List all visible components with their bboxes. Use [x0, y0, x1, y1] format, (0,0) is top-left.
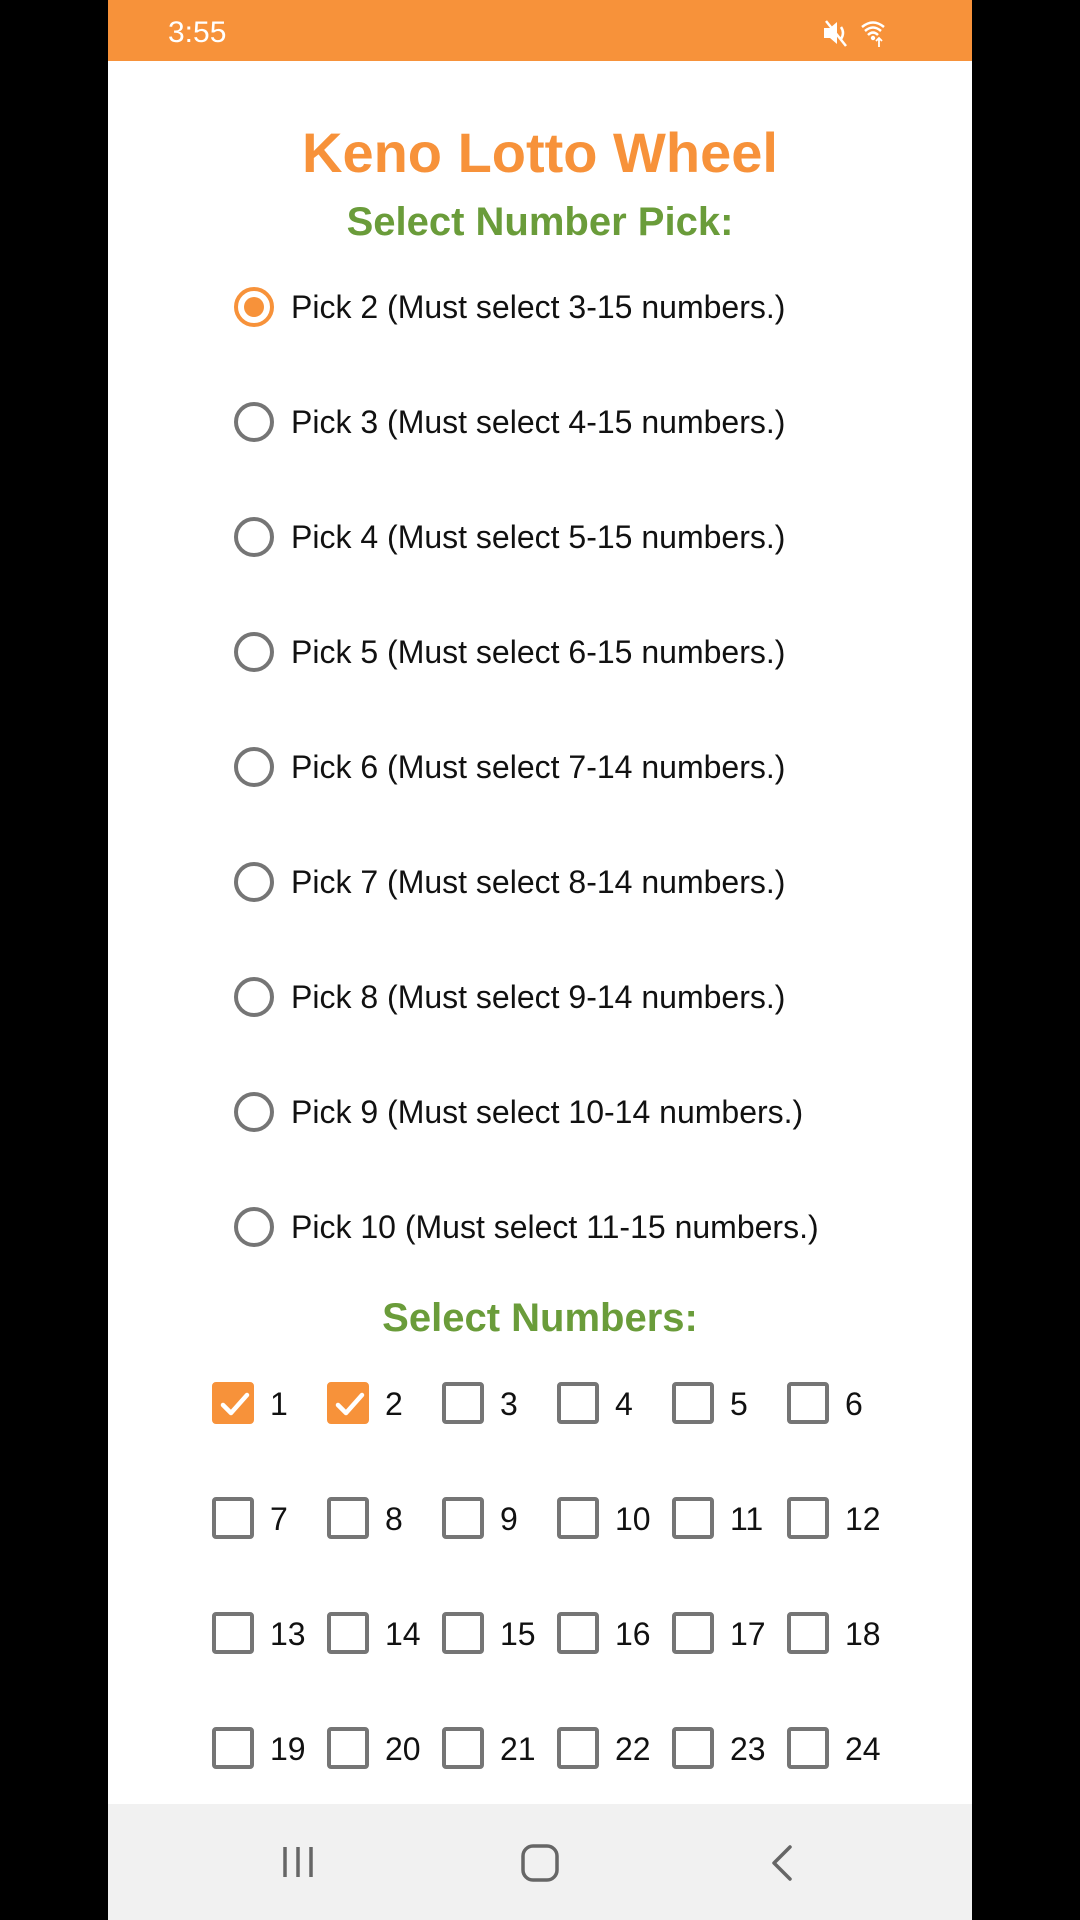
pick-option[interactable]: Pick 8 (Must select 9-14 numbers.)	[234, 962, 785, 1032]
number-label: 20	[385, 1731, 421, 1767]
pick-option-label: Pick 6 (Must select 7-14 numbers.)	[291, 749, 786, 785]
checkbox[interactable]	[212, 1727, 254, 1769]
number-label: 14	[385, 1616, 421, 1652]
checkbox[interactable]	[442, 1612, 484, 1654]
checkbox[interactable]	[212, 1612, 254, 1654]
radio-button[interactable]	[234, 402, 274, 442]
number-label: 22	[615, 1731, 651, 1767]
checkbox[interactable]	[787, 1727, 829, 1769]
checkbox[interactable]	[557, 1382, 599, 1424]
pick-option[interactable]: Pick 7 (Must select 8-14 numbers.)	[234, 847, 785, 917]
radio-button[interactable]	[234, 977, 274, 1017]
checkbox[interactable]	[672, 1612, 714, 1654]
pick-option-label: Pick 8 (Must select 9-14 numbers.)	[291, 979, 786, 1015]
wifi-icon	[861, 21, 885, 47]
number-label: 7	[270, 1501, 288, 1537]
checkbox[interactable]	[327, 1497, 369, 1539]
number-label: 3	[500, 1386, 518, 1422]
app-title: Keno Lotto Wheel	[302, 121, 778, 184]
number-label: 19	[270, 1731, 306, 1767]
navigation-bar	[108, 1804, 972, 1920]
checkbox[interactable]	[672, 1382, 714, 1424]
radio-button[interactable]	[234, 1092, 274, 1132]
pick-option[interactable]: Pick 5 (Must select 6-15 numbers.)	[234, 617, 785, 687]
checkbox[interactable]	[442, 1497, 484, 1539]
numbers-section-title: Select Numbers:	[382, 1296, 698, 1340]
back-icon[interactable]	[768, 1844, 796, 1882]
radio-button[interactable]	[234, 287, 274, 327]
pick-option-label: Pick 5 (Must select 6-15 numbers.)	[291, 634, 786, 670]
number-label: 16	[615, 1616, 651, 1652]
checkbox[interactable]	[327, 1382, 369, 1424]
checkbox[interactable]	[787, 1497, 829, 1539]
checkbox[interactable]	[557, 1497, 599, 1539]
number-label: 6	[845, 1386, 863, 1422]
checkbox[interactable]	[212, 1497, 254, 1539]
number-label: 17	[730, 1616, 766, 1652]
pick-option-label: Pick 4 (Must select 5-15 numbers.)	[291, 519, 786, 555]
checkbox[interactable]	[672, 1727, 714, 1769]
number-label: 12	[845, 1501, 881, 1537]
number-label: 13	[270, 1616, 306, 1652]
status-bar: 3:55	[108, 0, 972, 61]
number-label: 15	[500, 1616, 536, 1652]
radio-button[interactable]	[234, 862, 274, 902]
pick-option-label: Pick 3 (Must select 4-15 numbers.)	[291, 404, 786, 440]
pick-option[interactable]: Pick 9 (Must select 10-14 numbers.)	[234, 1077, 803, 1147]
pick-option[interactable]: Pick 10 (Must select 11-15 numbers.)	[234, 1192, 819, 1262]
pick-option[interactable]: Pick 2 (Must select 3-15 numbers.)	[234, 272, 785, 342]
radio-button[interactable]	[234, 517, 274, 557]
radio-button[interactable]	[234, 747, 274, 787]
pick-section-title: Select Number Pick:	[346, 200, 734, 244]
checkbox[interactable]	[212, 1382, 254, 1424]
radio-button[interactable]	[234, 1207, 274, 1247]
checkbox[interactable]	[327, 1727, 369, 1769]
number-label: 23	[730, 1731, 766, 1767]
app-screen: 3:55 Keno Lotto Wheel Select Number Pick…	[108, 0, 972, 1920]
home-icon[interactable]	[520, 1843, 560, 1883]
checkbox[interactable]	[787, 1382, 829, 1424]
pick-option[interactable]: Pick 3 (Must select 4-15 numbers.)	[234, 387, 785, 457]
number-label: 4	[615, 1386, 633, 1422]
checkbox[interactable]	[557, 1727, 599, 1769]
pick-option[interactable]: Pick 4 (Must select 5-15 numbers.)	[234, 502, 785, 572]
pick-option-label: Pick 2 (Must select 3-15 numbers.)	[291, 289, 786, 325]
recent-apps-icon[interactable]	[280, 1844, 316, 1880]
number-label: 11	[730, 1501, 764, 1537]
pick-option-label: Pick 10 (Must select 11-15 numbers.)	[291, 1209, 819, 1245]
mute-icon	[824, 20, 847, 47]
checkmark-icon	[335, 1392, 365, 1416]
number-label: 9	[500, 1501, 518, 1537]
pick-option-label: Pick 7 (Must select 8-14 numbers.)	[291, 864, 786, 900]
checkmark-icon	[220, 1392, 250, 1416]
radio-button[interactable]	[234, 632, 274, 672]
checkbox[interactable]	[442, 1382, 484, 1424]
checkbox[interactable]	[442, 1727, 484, 1769]
number-label: 18	[845, 1616, 881, 1652]
status-time: 3:55	[168, 16, 227, 49]
number-label: 1	[270, 1386, 288, 1422]
pick-option-label: Pick 9 (Must select 10-14 numbers.)	[291, 1094, 804, 1130]
pick-option[interactable]: Pick 6 (Must select 7-14 numbers.)	[234, 732, 785, 802]
number-label: 24	[845, 1731, 881, 1767]
number-label: 21	[500, 1731, 536, 1767]
checkbox[interactable]	[672, 1497, 714, 1539]
number-label: 10	[615, 1501, 651, 1537]
number-label: 8	[385, 1501, 403, 1537]
number-label: 2	[385, 1386, 403, 1422]
checkbox[interactable]	[557, 1612, 599, 1654]
checkbox[interactable]	[327, 1612, 369, 1654]
number-label: 5	[730, 1386, 748, 1422]
checkbox[interactable]	[787, 1612, 829, 1654]
